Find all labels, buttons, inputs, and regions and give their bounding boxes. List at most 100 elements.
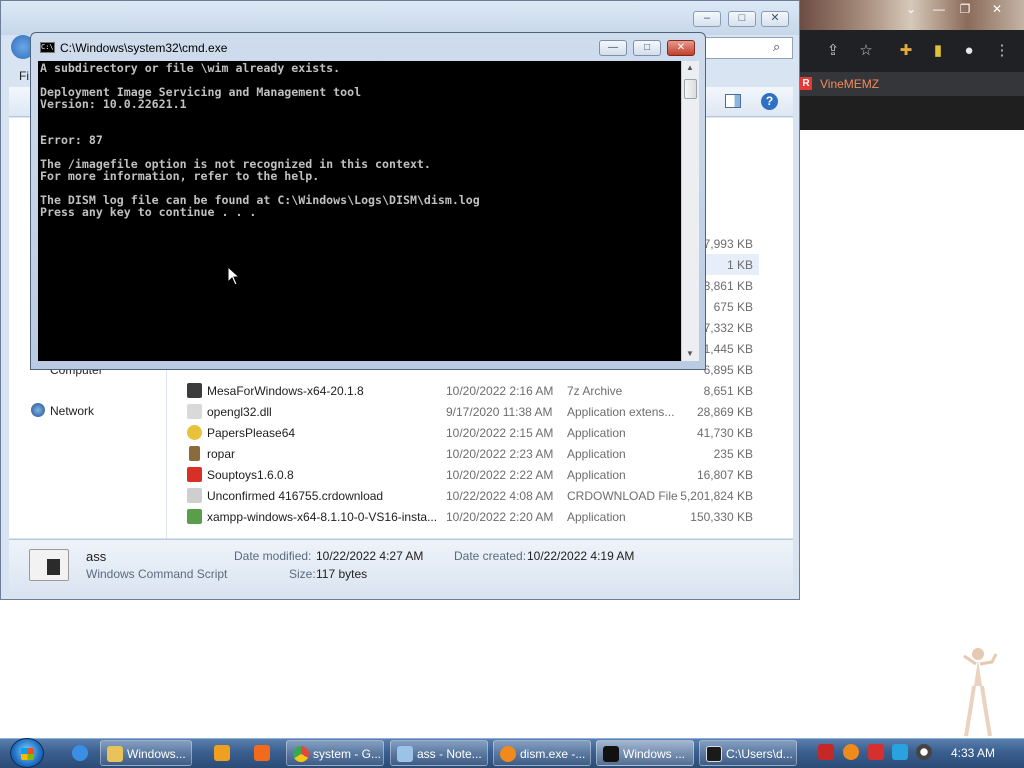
tray-volume-icon[interactable] — [916, 744, 932, 760]
details-pane — [9, 539, 793, 593]
taskbar-item-label: C:\Users\d... — [726, 747, 793, 761]
nav-network[interactable]: Network — [50, 404, 94, 418]
internet-explorer-icon — [72, 745, 88, 761]
tray-display-icon[interactable] — [892, 744, 908, 760]
extensions-icon[interactable]: ✚ — [895, 40, 917, 62]
file-size: 16,807 KB — [696, 468, 753, 482]
taskbar-item-label: Windows ... — [623, 747, 686, 761]
file-name: PapersPlease64 — [207, 426, 296, 440]
explorer-maximize-button[interactable]: □ — [728, 11, 756, 27]
media-player-quicklaunch[interactable] — [208, 740, 236, 766]
cmd-close-button[interactable]: ✕ — [667, 40, 695, 56]
chrome-close-button[interactable]: ✕ — [984, 2, 1010, 18]
file-size: 41,730 KB — [696, 426, 753, 440]
sidepanel-icon[interactable]: ▮ — [927, 40, 949, 62]
explorer-minimize-button[interactable]: – — [693, 11, 721, 27]
table-row[interactable]: opengl32.dll 9/17/2020 11:38 AM Applicat… — [181, 401, 759, 422]
cmd-icon: C:\ — [40, 42, 55, 53]
file-date: 9/17/2020 11:38 AM — [446, 405, 553, 419]
taskbar-item-notepad[interactable]: ass - Note... — [390, 740, 488, 766]
taskbar-item-explorer[interactable]: Windows... — [100, 740, 192, 766]
console-output-area[interactable]: A subdirectory or file \wim already exis… — [38, 61, 681, 361]
help-icon[interactable]: ? — [761, 93, 778, 110]
table-row[interactable]: Unconfirmed 416755.crdownload 10/22/2022… — [181, 485, 759, 506]
tray-search-icon[interactable] — [843, 744, 859, 760]
cmd-minimize-button[interactable]: — — [599, 40, 627, 56]
file-size: 6,895 KB — [703, 363, 753, 377]
scroll-up-icon[interactable]: ▲ — [686, 63, 694, 72]
ie-quicklaunch[interactable] — [66, 740, 92, 766]
search-tool-icon — [500, 746, 516, 762]
chrome-menu-icon[interactable]: ⋮ — [991, 40, 1013, 62]
folder-icon — [107, 746, 123, 762]
bookmark-vinememz[interactable]: VineMEMZ — [820, 77, 879, 91]
chrome-chevron-icon[interactable]: ⌄ — [898, 2, 924, 18]
file-type: Application — [567, 447, 626, 461]
search-icon[interactable]: ⌕ — [773, 39, 780, 55]
taskbar-item-chrome[interactable]: system - G... — [286, 740, 384, 766]
file-name: opengl32.dll — [207, 405, 272, 419]
app-icon — [187, 425, 202, 440]
cmd-icon — [603, 746, 619, 762]
tray-app-icon[interactable] — [818, 744, 834, 760]
taskbar-item-label: Windows... — [127, 747, 186, 761]
app-quicklaunch[interactable] — [248, 740, 276, 766]
explorer-titlebar — [1, 1, 799, 35]
file-size: 5,201,824 KB — [680, 489, 753, 503]
scroll-down-icon[interactable]: ▼ — [686, 349, 694, 358]
file-date: 10/20/2022 2:20 AM — [446, 510, 554, 524]
dll-icon — [187, 404, 202, 419]
taskbar-item-7zip[interactable]: C:\Users\d... — [699, 740, 797, 766]
preview-pane-icon[interactable] — [725, 94, 741, 108]
file-date: 10/20/2022 2:15 AM — [446, 426, 554, 440]
menu-file[interactable]: Fi — [19, 69, 29, 83]
batch-file-icon — [29, 549, 69, 581]
tray-flag-icon[interactable] — [868, 744, 884, 760]
date-modified-value: 10/22/2022 4:27 AM — [316, 549, 424, 563]
media-player-icon — [214, 745, 230, 761]
file-size: 235 KB — [713, 447, 753, 461]
app-icon — [187, 509, 202, 524]
file-size: 1,445 KB — [703, 342, 753, 356]
chrome-restore-button[interactable]: ❐ — [952, 2, 978, 18]
taskbar-item-dism[interactable]: dism.exe -... — [493, 740, 591, 766]
table-row[interactable]: Souptoys1.6.0.8 10/20/2022 2:22 AM Appli… — [181, 464, 759, 485]
size-value: 117 bytes — [316, 567, 368, 581]
table-row[interactable]: PapersPlease64 10/20/2022 2:15 AM Applic… — [181, 422, 759, 443]
file-type: CRDOWNLOAD File — [567, 489, 678, 503]
taskbar-item-label: system - G... — [313, 747, 382, 761]
app-icon — [189, 446, 200, 461]
notepad-icon — [397, 746, 413, 762]
console-output: A subdirectory or file \wim already exis… — [40, 61, 480, 219]
bookmark-star-icon[interactable]: ☆ — [855, 40, 877, 62]
file-date: 10/20/2022 2:16 AM — [446, 384, 554, 398]
chrome-window: ⌄ — ❐ ✕ ⇪ ☆ ✚ ▮ ● ⋮ R VineMEMZ — [798, 0, 1024, 130]
taskbar-item-cmd-active[interactable]: Windows ... — [596, 740, 694, 766]
windows-logo-icon — [21, 748, 34, 760]
taskbar-clock[interactable]: 4:33 AM — [951, 746, 995, 760]
chrome-minimize-button[interactable]: — — [926, 2, 952, 18]
console-scrollbar[interactable]: ▲ ▼ — [681, 61, 699, 361]
cmd-maximize-button[interactable]: □ — [633, 40, 661, 56]
date-created-label: Date created: — [454, 549, 527, 563]
table-row[interactable]: MesaForWindows-x64-20.1.8 10/20/2022 2:1… — [181, 380, 759, 401]
start-button[interactable] — [10, 738, 44, 768]
archive-icon — [187, 383, 202, 398]
share-icon[interactable]: ⇪ — [822, 40, 844, 62]
details-filetype: Windows Command Script — [86, 567, 228, 581]
vinememz-favicon: R — [800, 77, 812, 90]
profile-avatar[interactable]: ● — [958, 40, 980, 62]
file-size: 1 KB — [726, 258, 753, 272]
table-row[interactable]: ropar 10/20/2022 2:23 AM Application 235… — [181, 443, 759, 464]
file-size: 675 KB — [713, 300, 753, 314]
desktop-dancer-figure — [956, 642, 1006, 740]
scroll-thumb[interactable] — [684, 79, 697, 99]
app-icon — [187, 467, 202, 482]
explorer-close-button[interactable]: ✕ — [761, 11, 789, 27]
table-row[interactable]: xampp-windows-x64-8.1.10-0-VS16-insta...… — [181, 506, 759, 527]
size-label: Size: — [289, 567, 316, 581]
file-date: 10/20/2022 2:22 AM — [446, 468, 554, 482]
date-created-value: 10/22/2022 4:19 AM — [527, 549, 635, 563]
taskbar-item-label: ass - Note... — [417, 747, 482, 761]
chrome-icon — [293, 746, 309, 762]
